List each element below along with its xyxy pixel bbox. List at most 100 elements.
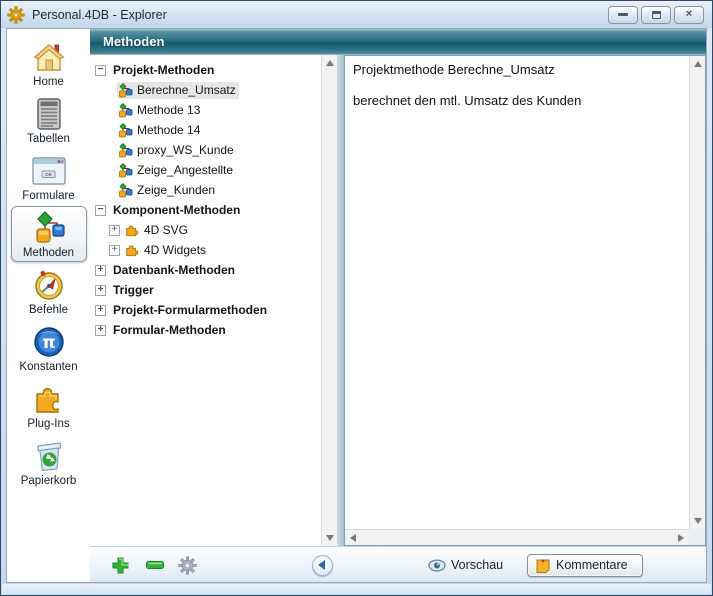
tree-method-label: Zeige_Angestellte: [137, 163, 233, 177]
options-dropdown-arrow[interactable]: [203, 547, 211, 583]
tree-method-row[interactable]: proxy_WS_Kunde: [90, 140, 337, 160]
table-icon: [36, 96, 62, 132]
explorer-frame: Home Tabellen OK Formulare: [6, 28, 707, 583]
tree-component-label: 4D Widgets: [144, 243, 206, 257]
preview-panel: Projektmethode Berechne_Umsatz berechnet…: [344, 55, 706, 546]
scroll-right-icon[interactable]: [678, 534, 684, 542]
tree-method-row[interactable]: Methode 14: [90, 120, 337, 140]
window-controls: ×: [608, 6, 706, 24]
preview-description: berechnet den mtl. Umsatz des Kunden: [353, 93, 681, 108]
method-icon: [118, 143, 133, 158]
method-icon: [118, 123, 133, 138]
sidebar-item-label: Konstanten: [19, 361, 77, 373]
sidebar-item-label: Tabellen: [27, 133, 70, 145]
titlebar[interactable]: Personal.4DB - Explorer ×: [1, 1, 712, 28]
tree-toggle-icon[interactable]: [95, 65, 106, 76]
tree-group-row[interactable]: Projekt-Methoden: [90, 60, 337, 80]
tree-scrollbar[interactable]: [321, 55, 337, 546]
tree-group-label: Projekt-Formularmethoden: [113, 303, 267, 317]
tree-toggle-icon[interactable]: [95, 265, 106, 276]
preview-horizontal-scrollbar[interactable]: [345, 529, 689, 545]
tree-group-label: Komponent-Methoden: [113, 203, 240, 217]
sidebar-item-papierkorb[interactable]: Papierkorb: [11, 434, 87, 490]
tree-method-row[interactable]: Methode 13: [90, 100, 337, 120]
tree-method-row[interactable]: Zeige_Angestellte: [90, 160, 337, 180]
scroll-up-icon[interactable]: [694, 61, 702, 67]
minimize-button[interactable]: [608, 6, 638, 24]
tree-method-label: Methode 14: [137, 123, 200, 137]
tree-toggle-icon[interactable]: [95, 205, 106, 216]
tree-group-row[interactable]: Formular-Methoden: [90, 320, 337, 340]
preview-vertical-scrollbar[interactable]: [689, 56, 705, 529]
scroll-down-icon[interactable]: [694, 518, 702, 524]
tree-toggle-icon[interactable]: [95, 285, 106, 296]
section-title: Methoden: [103, 34, 164, 49]
trash-icon: [34, 438, 64, 474]
sidebar-item-label: Home: [33, 76, 64, 88]
plus-icon: [112, 557, 129, 574]
minus-icon: [146, 561, 164, 569]
kommentare-label: Kommentare: [556, 558, 628, 572]
compass-icon: [33, 267, 65, 303]
eye-icon: [428, 559, 446, 572]
tree-toggle-icon[interactable]: [95, 325, 106, 336]
home-icon: [33, 39, 65, 75]
delete-method-button[interactable]: [146, 547, 164, 583]
tree-group-row[interactable]: Projekt-Formularmethoden: [90, 300, 337, 320]
close-icon: ×: [686, 9, 692, 20]
sidebar-item-konstanten[interactable]: π Konstanten: [11, 320, 87, 376]
tree-component-row[interactable]: 4D Widgets: [90, 240, 337, 260]
kommentare-button[interactable]: Kommentare: [527, 547, 643, 583]
sidebar-item-home[interactable]: Home: [11, 35, 87, 91]
add-method-button[interactable]: [112, 547, 129, 583]
explorer-window: Personal.4DB - Explorer × Home: [0, 0, 713, 596]
sidebar-item-plugins[interactable]: Plug-Ins: [11, 377, 87, 433]
sidebar-item-befehle[interactable]: Befehle: [11, 263, 87, 319]
tree-toggle-icon[interactable]: [109, 245, 120, 256]
window-bottom-strip: [2, 584, 711, 594]
sidebar-item-formulare[interactable]: OK Formulare: [11, 149, 87, 205]
tree-toggle-icon[interactable]: [109, 225, 120, 236]
vorschau-toggle[interactable]: Vorschau: [428, 547, 503, 583]
tree-component-row[interactable]: 4D SVG: [90, 220, 337, 240]
tree-method-label: Methode 13: [137, 103, 200, 117]
window-title: Personal.4DB - Explorer: [32, 8, 167, 22]
component-puzzle-icon: [125, 223, 140, 238]
sidebar: Home Tabellen OK Formulare: [7, 29, 90, 582]
tree-group-label: Trigger: [113, 283, 154, 297]
gear-icon: [178, 556, 197, 575]
tree-group-row[interactable]: Komponent-Methoden: [90, 200, 337, 220]
tree-method-row[interactable]: Zeige_Kunden: [90, 180, 337, 200]
tree-method-label: Berechne_Umsatz: [137, 83, 236, 97]
sidebar-item-methoden[interactable]: Methoden: [11, 206, 87, 262]
tree-group-row[interactable]: Datenbank-Methoden: [90, 260, 337, 280]
scroll-down-icon[interactable]: [326, 535, 334, 541]
scroll-left-icon[interactable]: [350, 534, 356, 542]
panel-splitter[interactable]: [337, 55, 344, 546]
maximize-button[interactable]: [641, 6, 671, 24]
options-gear-button[interactable]: [178, 547, 197, 583]
close-button[interactable]: ×: [674, 6, 704, 24]
sidebar-item-label: Methoden: [23, 247, 74, 259]
svg-text:π: π: [42, 333, 55, 353]
svg-text:OK: OK: [45, 172, 53, 177]
tree-group-row[interactable]: Trigger: [90, 280, 337, 300]
sidebar-item-tabellen[interactable]: Tabellen: [11, 92, 87, 148]
method-icon: [118, 163, 133, 178]
sidebar-item-label: Befehle: [29, 304, 68, 316]
tree-method-row[interactable]: Berechne_Umsatz: [90, 80, 337, 100]
tree-group-label: Formular-Methoden: [113, 323, 226, 337]
scroll-up-icon[interactable]: [326, 60, 334, 66]
method-comment-area[interactable]: Projektmethode Berechne_Umsatz berechnet…: [345, 56, 689, 529]
flowchart-icon: [31, 210, 67, 246]
puzzle-icon: [33, 381, 65, 417]
tree-component-label: 4D SVG: [144, 223, 188, 237]
tree-toggle-icon[interactable]: [95, 305, 106, 316]
tree-group-label: Datenbank-Methoden: [113, 263, 235, 277]
collapse-panel-button[interactable]: [312, 547, 333, 583]
component-puzzle-icon: [125, 243, 140, 258]
maximize-icon: [652, 11, 661, 19]
method-icon: [118, 83, 133, 98]
arrow-left-icon: [318, 560, 325, 570]
section-header: Methoden: [90, 29, 706, 55]
